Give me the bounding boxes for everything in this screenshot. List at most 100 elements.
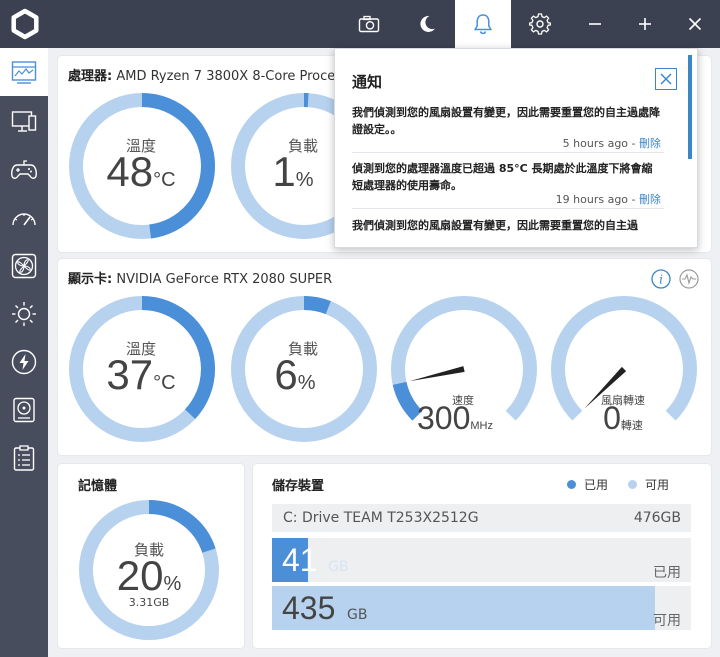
pulse-icon <box>679 269 699 289</box>
sidebar <box>0 48 48 657</box>
settings-button[interactable] <box>512 0 568 48</box>
gpu-temp-number: 37 <box>106 351 154 398</box>
memory-title: 記憶體 <box>78 475 117 494</box>
storage-free-label: 可用 <box>653 613 681 629</box>
sidebar-item-gaming[interactable] <box>0 146 48 194</box>
cpu-label: 處理器: <box>68 69 113 84</box>
gpu-clock-number: 300 <box>417 400 471 436</box>
gpu-label: 顯示卡: <box>68 272 113 287</box>
sidebar-item-fan[interactable] <box>0 242 48 290</box>
cpu-title: 處理器: AMD Ryzen 7 3800X 8-Core Process <box>68 65 349 84</box>
cpu-load-number: 1 <box>272 148 296 195</box>
gpu-load-value: 6% <box>220 351 370 399</box>
storage-title: 儲存裝置 <box>272 475 324 494</box>
notification-close-button[interactable] <box>655 68 677 90</box>
storage-used-bar: 41 GB 已用 <box>272 538 691 582</box>
sidebar-item-monitor[interactable] <box>0 98 48 146</box>
sidebar-item-performance[interactable] <box>0 194 48 242</box>
cpu-temp-value: 48°C <box>66 148 216 196</box>
gear-icon <box>529 13 551 35</box>
notification-title: 通知 <box>352 73 383 91</box>
brightness-icon <box>12 302 36 326</box>
close-icon <box>660 73 672 85</box>
gpu-fan-number: 0 <box>603 400 621 436</box>
storage-disk-icon <box>13 397 35 423</box>
storage-free-bar: 435 GB 可用 <box>272 586 691 630</box>
moon-icon <box>420 15 435 32</box>
memory-unit: % <box>163 573 182 595</box>
minimize-button[interactable] <box>567 0 623 48</box>
cpu-load-unit: % <box>295 169 314 191</box>
storage-used-label: 已用 <box>653 565 681 581</box>
notification-item-meta: 5 hours ago - 刪除 <box>563 135 661 151</box>
legend-free-label: 可用 <box>645 478 670 492</box>
storage-used-unit: GB <box>328 559 349 575</box>
cpu-name: AMD Ryzen 7 3800X 8-Core Process <box>116 69 349 84</box>
storage-title-text: 儲存裝置 <box>272 479 325 494</box>
gpu-load-number: 6 <box>274 351 298 398</box>
speedometer-icon <box>12 213 36 226</box>
legend-used: 已用 <box>567 476 608 493</box>
legend-free-swatch <box>628 480 637 489</box>
camera-icon <box>358 15 380 33</box>
notification-divider <box>352 208 664 209</box>
gpu-fan-value: 0轉速 <box>548 400 698 437</box>
notification-delete-link[interactable]: 刪除 <box>639 193 661 206</box>
notification-button[interactable] <box>455 0 511 48</box>
monitor-icon <box>11 111 37 132</box>
drive-row[interactable]: C: Drive TEAM T253X2512G 476GB <box>272 504 691 532</box>
gamepad-icon <box>11 160 37 179</box>
bell-icon <box>474 14 492 35</box>
notification-separator: - <box>628 193 639 206</box>
notification-time: 5 hours ago <box>562 137 629 150</box>
sidebar-item-storage[interactable] <box>0 386 48 434</box>
gpu-temp-value: 37°C <box>66 351 216 399</box>
legend-used-swatch <box>567 480 576 489</box>
maximize-button[interactable] <box>617 0 673 48</box>
gpu-fan-unit: 轉速 <box>620 420 643 432</box>
lightning-icon <box>11 349 37 375</box>
storage-free-unit: GB <box>347 607 368 623</box>
drive-size: 476GB <box>633 510 681 526</box>
camera-button[interactable] <box>341 0 397 48</box>
storage-used-number: 41 <box>282 542 318 578</box>
notification-item-text: 我們偵測到您的風扇設置有變更，因此需要重置您的自主過處降證設定。。 <box>352 106 660 136</box>
cpu-temp-number: 48 <box>106 148 154 195</box>
sidebar-item-dashboard[interactable] <box>0 48 48 96</box>
notification-delete-link[interactable]: 刪除 <box>639 137 661 150</box>
gpu-clock-value: 300MHz <box>380 400 530 437</box>
gpu-clock-unit: MHz <box>470 420 493 432</box>
storage-free-number: 435 <box>282 590 336 626</box>
sidebar-item-power[interactable] <box>0 338 48 386</box>
gpu-title: 顯示卡: NVIDIA GeForce RTX 2080 SUPER <box>68 268 332 287</box>
notification-divider <box>352 152 664 153</box>
maximize-icon <box>639 18 651 30</box>
legend-used-label: 已用 <box>584 478 609 492</box>
notification-popup: 通知 我們偵測到您的風扇設置有變更，因此需要重置您的自主過處降證設定。。 5 h… <box>334 48 698 248</box>
notification-scrollbar[interactable] <box>688 55 692 159</box>
notification-item-meta: 19 hours ago - 刪除 <box>556 191 661 207</box>
sidebar-item-report[interactable] <box>0 434 48 482</box>
fan-icon <box>11 253 37 279</box>
memory-used: 3.31GB <box>128 596 170 609</box>
monitor-graph-button[interactable] <box>679 269 699 289</box>
memory-title-text: 記憶體 <box>78 479 118 494</box>
close-icon <box>688 17 702 31</box>
night-mode-button[interactable] <box>399 0 455 48</box>
sidebar-item-lighting[interactable] <box>0 290 48 338</box>
notification-item-text: 偵測到您的處理器溫度已超過 85°C 長期處於此溫度下將會縮短處理器的使用壽命。 <box>352 162 653 192</box>
gpu-clock-needle <box>409 366 465 382</box>
memory-value: 20% <box>74 552 224 600</box>
gpu-load-unit: % <box>297 372 316 394</box>
clipboard-icon <box>13 445 35 471</box>
notification-item-text: 我們偵測到您的風扇設置有變更，因此需要重置您的自主過 <box>352 219 638 232</box>
info-button[interactable]: i <box>651 269 671 289</box>
dashboard-icon <box>11 61 37 84</box>
logo-icon <box>9 8 41 40</box>
svg-text:i: i <box>659 273 663 287</box>
minimize-icon <box>589 23 601 25</box>
cpu-temp-unit: °C <box>153 169 176 191</box>
close-button[interactable] <box>667 0 720 48</box>
title-bar <box>0 0 720 48</box>
gpu-temp-unit: °C <box>153 372 176 394</box>
